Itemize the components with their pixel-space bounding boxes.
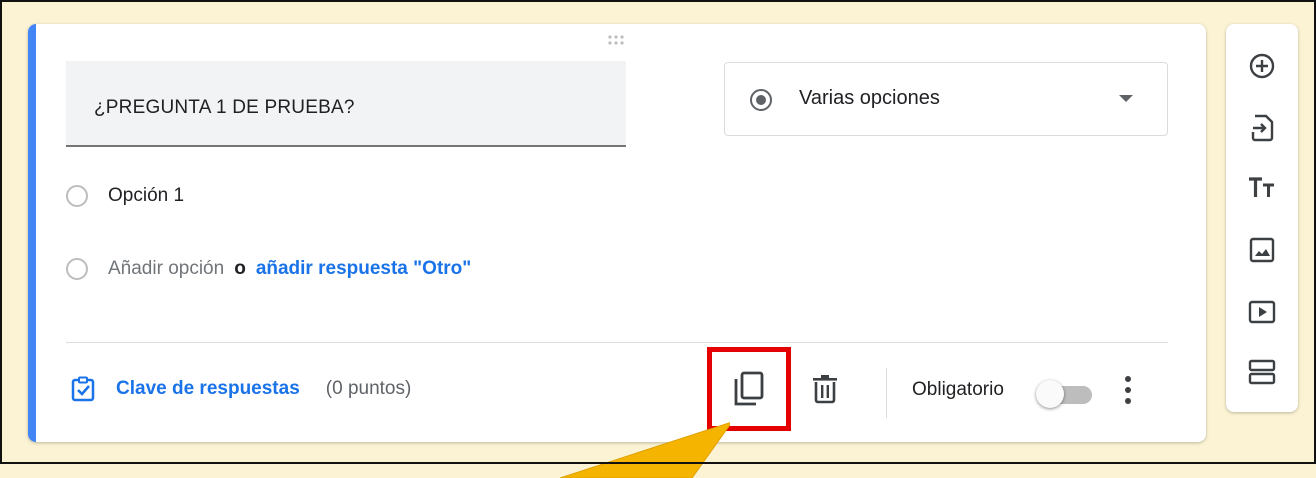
question-title-text: ¿PREGUNTA 1 DE PRUEBA? (94, 97, 355, 118)
required-label: Obligatorio (912, 379, 1004, 400)
callout-pointer (560, 422, 730, 478)
radio-checked-icon (750, 89, 772, 111)
or-separator: o (234, 258, 246, 279)
checklist-icon (71, 376, 95, 402)
add-option-row: Añadir opción o añadir respuesta "Otro" (66, 258, 471, 280)
image-icon[interactable] (1246, 234, 1278, 266)
import-icon[interactable] (1246, 112, 1278, 144)
trash-icon[interactable] (811, 374, 839, 404)
question-title-field[interactable]: ¿PREGUNTA 1 DE PRUEBA? (66, 61, 626, 147)
footer-divider (66, 342, 1168, 343)
title-icon[interactable] (1246, 172, 1278, 204)
add-other-link[interactable]: añadir respuesta "Otro" (256, 258, 471, 280)
footer-separator (886, 368, 887, 418)
answer-key-label: Clave de respuestas (116, 378, 300, 399)
floating-toolbar (1226, 24, 1298, 412)
drag-handle-icon[interactable] (606, 34, 630, 48)
toggle-knob (1036, 380, 1064, 408)
answer-key-button[interactable]: Clave de respuestas (0 puntos) (70, 376, 411, 402)
more-vert-icon[interactable] (1122, 374, 1134, 406)
section-icon[interactable] (1246, 356, 1278, 388)
radio-unchecked-icon (66, 185, 88, 207)
add-circle-icon[interactable] (1246, 50, 1278, 82)
points-label: (0 puntos) (325, 378, 412, 399)
video-icon[interactable] (1246, 296, 1278, 328)
required-toggle[interactable] (1036, 379, 1096, 409)
chevron-down-icon (1119, 95, 1133, 102)
radio-unchecked-icon (66, 258, 88, 280)
question-type-dropdown[interactable]: Varias opciones (724, 62, 1168, 136)
add-option-button[interactable]: Añadir opción (108, 258, 224, 280)
option-row[interactable]: Opción 1 (66, 185, 184, 207)
question-card[interactable]: ¿PREGUNTA 1 DE PRUEBA? Varias opciones O… (28, 24, 1206, 442)
question-type-label: Varias opciones (799, 87, 940, 109)
option-label[interactable]: Opción 1 (108, 185, 184, 207)
